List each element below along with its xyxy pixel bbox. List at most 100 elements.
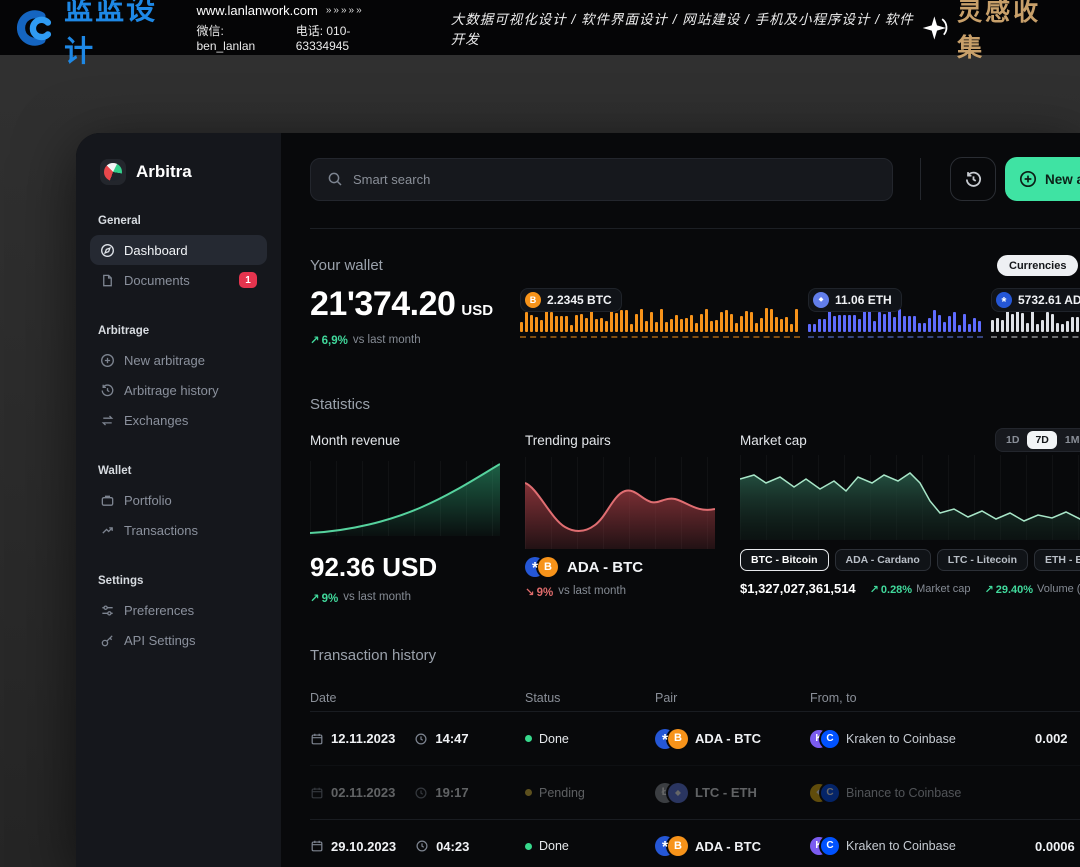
sidebar-item-label: Arbitrage history	[124, 383, 219, 398]
column-date: Date	[310, 691, 525, 705]
banner-contact: www.lanlanwork.com »»»»» 微信: ben_lanlan …	[196, 3, 398, 53]
restore-history-icon	[964, 170, 983, 189]
ada-holding-group: 5732.61 ADA	[991, 288, 1080, 338]
search-input[interactable]	[353, 172, 876, 187]
pair-icons	[655, 783, 688, 803]
ada-coin-icon	[996, 292, 1012, 308]
lanlan-logo-icon	[16, 9, 56, 47]
inspiration-collect-text: 灵感收集	[957, 0, 1064, 64]
status-dot-done	[525, 843, 532, 850]
transaction-date: 29.10.2023	[331, 839, 396, 854]
sidebar-item-api-settings[interactable]: API Settings	[90, 625, 267, 655]
transaction-row[interactable]: 02.11.2023 19:17 Pending LTC - ETH	[310, 765, 1080, 819]
sidebar-item-arbitrage-history[interactable]: Arbitrage history	[90, 375, 267, 405]
btc-coin-icon	[525, 292, 541, 308]
sidebar-item-new-arbitrage[interactable]: New arbitrage	[90, 345, 267, 375]
month-revenue-change: 9%	[310, 591, 338, 605]
document-icon	[100, 273, 115, 288]
transaction-time: 04:23	[436, 839, 469, 854]
ada-holding-pill: 5732.61 ADA	[991, 288, 1080, 312]
transaction-time: 19:17	[435, 785, 468, 800]
range-1d[interactable]: 1D	[998, 431, 1027, 449]
clock-icon	[414, 786, 428, 800]
sidebar-item-label: Dashboard	[124, 243, 188, 258]
transaction-pair: ADA - BTC	[695, 731, 761, 746]
volume-change-label: Volume (24h)	[1037, 583, 1080, 596]
eth-bars-chart	[808, 308, 983, 338]
market-cap-card: Market cap 1D 7D 1M	[740, 433, 1080, 605]
transaction-route: Kraken to Coinbase	[846, 732, 956, 746]
market-cap-change-label: Market cap	[916, 583, 970, 596]
sidebar-item-exchanges[interactable]: Exchanges	[90, 405, 267, 435]
transaction-amount: 0.002	[1035, 731, 1080, 746]
pair-icons	[525, 557, 558, 577]
sidebar-item-label: Documents	[124, 273, 190, 288]
clock-icon	[415, 839, 429, 853]
sidebar-item-dashboard[interactable]: Dashboard	[90, 235, 267, 265]
btc-holding-group: 2.2345 BTC	[520, 288, 800, 338]
sidebar-item-transactions[interactable]: Transactions	[90, 515, 267, 545]
nav-section-arbitrage: Arbitrage	[98, 325, 261, 337]
transfer-icon	[100, 523, 115, 538]
transaction-date: 12.11.2023	[331, 731, 395, 746]
app-logo[interactable]: Arbitra	[100, 159, 261, 185]
sidebar-item-label: Exchanges	[124, 413, 188, 428]
status-text: Pending	[539, 786, 585, 800]
month-revenue-change-note: vs last month	[343, 591, 411, 605]
eth-amount: 11.06 ETH	[835, 293, 892, 307]
transaction-pair: ADA - BTC	[695, 839, 761, 854]
btc-holding-pill: 2.2345 BTC	[520, 288, 622, 312]
nav-section-wallet: Wallet	[98, 465, 261, 477]
tag-ada-cardano[interactable]: ADA - Cardano	[835, 549, 931, 571]
sidebar: Arbitra General Dashboard Documents 1 Ar…	[76, 133, 281, 867]
calendar-icon	[310, 839, 324, 853]
sidebar-item-portfolio[interactable]: Portfolio	[90, 485, 267, 515]
market-cap-change: 0.28%	[870, 583, 912, 596]
range-1m[interactable]: 1M	[1057, 431, 1080, 449]
sidebar-item-documents[interactable]: Documents 1	[90, 265, 267, 295]
currencies-button[interactable]: Currencies	[997, 255, 1078, 276]
search-bar[interactable]	[310, 158, 893, 201]
tag-eth-ethereum[interactable]: ETH - Ethereum	[1034, 549, 1080, 571]
sidebar-item-label: Preferences	[124, 603, 194, 618]
trending-pairs-label: Trending pairs	[525, 433, 715, 449]
status-dot-pending	[525, 789, 532, 796]
trending-pair-name: ADA - BTC	[567, 559, 643, 576]
tag-btc-bitcoin[interactable]: BTC - Bitcoin	[740, 549, 829, 571]
sidebar-item-label: Portfolio	[124, 493, 172, 508]
trending-pair-change: 9%	[525, 585, 553, 599]
transaction-route: Binance to Coinbase	[846, 786, 961, 800]
transaction-row[interactable]: 12.11.2023 14:47 Done ADA - BTC	[310, 711, 1080, 765]
transaction-time: 14:47	[435, 731, 468, 746]
inspiration-collect-link[interactable]: 灵感收集	[921, 0, 1064, 64]
status-dot-done	[525, 735, 532, 742]
transaction-history-title: Transaction history	[310, 647, 1080, 664]
search-icon	[327, 171, 343, 187]
sparkle-star-icon	[921, 14, 948, 42]
route-icons	[810, 784, 839, 802]
app-name: Arbitra	[136, 162, 192, 182]
exchange-icon	[100, 413, 115, 428]
transaction-pair: LTC - ETH	[695, 785, 757, 800]
briefcase-icon	[100, 493, 115, 508]
topbar: New arbitrage	[310, 133, 1080, 229]
wallet-header: Your wallet Currencies Exchanges	[310, 257, 1080, 277]
btc-coin-icon	[668, 729, 688, 749]
dashboard-icon	[100, 243, 115, 258]
transaction-amount: 0.0006	[1035, 839, 1080, 854]
lanlan-logo[interactable]: 蓝蓝设计	[16, 0, 182, 70]
transaction-row[interactable]: 29.10.2023 04:23 Done ADA - BTC	[310, 819, 1080, 867]
balance-value: 21'374.20	[310, 285, 455, 323]
topbar-divider	[920, 158, 921, 200]
pair-icons	[655, 729, 688, 749]
new-arbitrage-button[interactable]: New arbitrage	[1005, 157, 1080, 201]
coinbase-icon	[821, 784, 839, 802]
banner-phone: 电话: 010-63334945	[296, 22, 399, 53]
lanlan-logo-text: 蓝蓝设计	[64, 0, 182, 70]
banner-website-link[interactable]: www.lanlanwork.com	[196, 3, 317, 18]
key-icon	[100, 633, 115, 648]
tag-ltc-litecoin[interactable]: LTC - Litecoin	[937, 549, 1028, 571]
history-button[interactable]	[950, 157, 996, 201]
sidebar-item-preferences[interactable]: Preferences	[90, 595, 267, 625]
range-7d[interactable]: 7D	[1027, 431, 1056, 449]
